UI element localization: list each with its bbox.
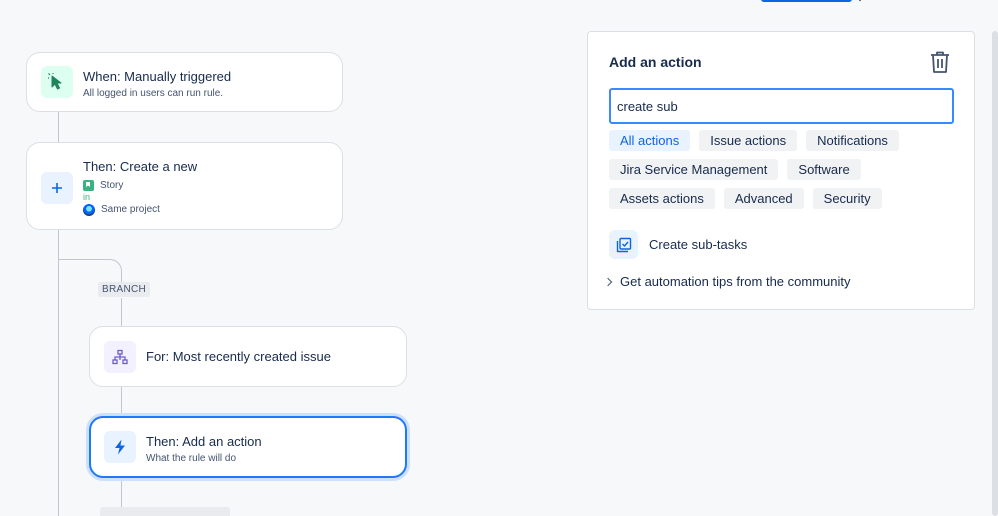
for-title: For: Most recently created issue: [146, 349, 331, 364]
chevron-right-icon: [603, 277, 613, 286]
chip-notifications[interactable]: Notifications: [806, 130, 899, 151]
branch-label: BRANCH: [98, 282, 151, 297]
trigger-subtitle: All logged in users can run rule.: [83, 88, 224, 99]
project-avatar-icon: [83, 203, 95, 216]
top-chevron-icon[interactable]: [855, 0, 865, 2]
create-title: Then: Create a new: [83, 159, 198, 174]
lightning-icon: [104, 431, 136, 463]
chip-issue-actions[interactable]: Issue actions: [699, 130, 798, 151]
add-action-card[interactable]: Then: Add an action What the rule will d…: [89, 416, 407, 478]
chip-security[interactable]: Security: [812, 188, 882, 209]
tips-label: Get automation tips from the community: [620, 274, 851, 289]
chip-jira-service-management[interactable]: Jira Service Management: [609, 159, 779, 180]
story-icon: [83, 180, 94, 191]
result-create-sub-tasks[interactable]: Create sub-tasks: [609, 230, 747, 259]
subtask-icon: [609, 230, 638, 259]
connector-line: [121, 387, 122, 416]
cursor-click-icon: [41, 66, 73, 98]
plus-icon: [41, 172, 73, 204]
create-issue-card[interactable]: Then: Create a new Story in Same project: [26, 142, 343, 230]
automation-tips-toggle[interactable]: Get automation tips from the community: [603, 274, 851, 289]
result-label: Create sub-tasks: [649, 237, 748, 252]
in-label: in: [83, 192, 91, 202]
panel-title: Add an action: [609, 54, 702, 70]
action-search-input[interactable]: [609, 88, 954, 124]
chip-all-actions[interactable]: All actions: [609, 130, 691, 151]
trash-icon[interactable]: [929, 50, 951, 74]
trigger-card[interactable]: When: Manually triggered All logged in u…: [26, 52, 343, 112]
scrollbar[interactable]: [992, 31, 998, 516]
connector-line: [58, 112, 59, 142]
next-node-placeholder: [100, 507, 230, 516]
action-category-chips: All actions Issue actions Notifications …: [609, 130, 959, 217]
top-primary-button[interactable]: [761, 0, 852, 2]
project-label: Same project: [101, 204, 160, 215]
issue-type-label: Story: [100, 180, 124, 191]
hierarchy-icon: [104, 340, 136, 373]
trigger-title: When: Manually triggered: [83, 69, 232, 84]
add-action-subtitle: What the rule will do: [146, 453, 237, 464]
chip-advanced[interactable]: Advanced: [723, 188, 804, 209]
chip-assets-actions[interactable]: Assets actions: [609, 188, 715, 209]
add-action-panel: Add an action All actions Issue actions …: [587, 31, 975, 310]
for-branch-card[interactable]: For: Most recently created issue: [89, 326, 407, 387]
add-action-title: Then: Add an action: [146, 434, 262, 449]
chip-software[interactable]: Software: [787, 159, 861, 180]
connector-line: [121, 298, 122, 326]
